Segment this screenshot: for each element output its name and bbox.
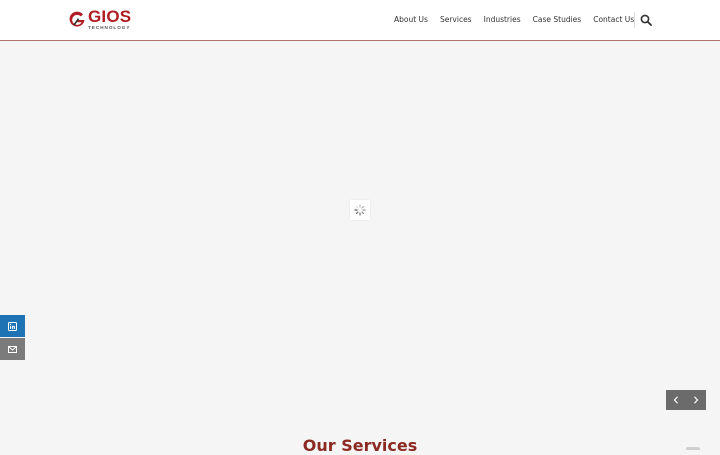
logo-text: GIOS TECHNOLOGY (88, 7, 132, 31)
nav-item-services[interactable]: Services (440, 15, 472, 24)
slider-prev-button[interactable] (666, 390, 686, 410)
search-icon[interactable] (640, 14, 652, 26)
slider-next-button[interactable] (686, 390, 706, 410)
chevron-right-icon (694, 396, 699, 404)
slider-controls (666, 390, 706, 410)
chevron-left-icon (673, 396, 678, 404)
linkedin-share-button[interactable] (0, 315, 25, 337)
linkedin-icon (8, 321, 17, 331)
spinner-icon (354, 204, 366, 216)
nav-item-case-studies[interactable]: Case Studies (533, 15, 582, 24)
site-header: GIOS TECHNOLOGY About Us Services Indust… (0, 0, 720, 41)
logo[interactable]: GIOS TECHNOLOGY (67, 7, 132, 31)
nav-divider (634, 12, 635, 28)
nav-item-about-us[interactable]: About Us (394, 15, 428, 24)
nav-item-industries[interactable]: Industries (484, 15, 521, 24)
hero-loader (350, 200, 370, 220)
logo-mark-icon (69, 11, 85, 27)
mail-icon (8, 345, 17, 353)
email-share-button[interactable] (0, 338, 25, 360)
nav-item-contact-us[interactable]: Contact Us (593, 15, 634, 24)
logo-word: GIOS (88, 7, 132, 26)
main-nav: About Us Services Industries Case Studie… (394, 15, 646, 24)
services-section-title: Our Services (302, 436, 418, 455)
logo-tagline: TECHNOLOGY (88, 25, 131, 30)
